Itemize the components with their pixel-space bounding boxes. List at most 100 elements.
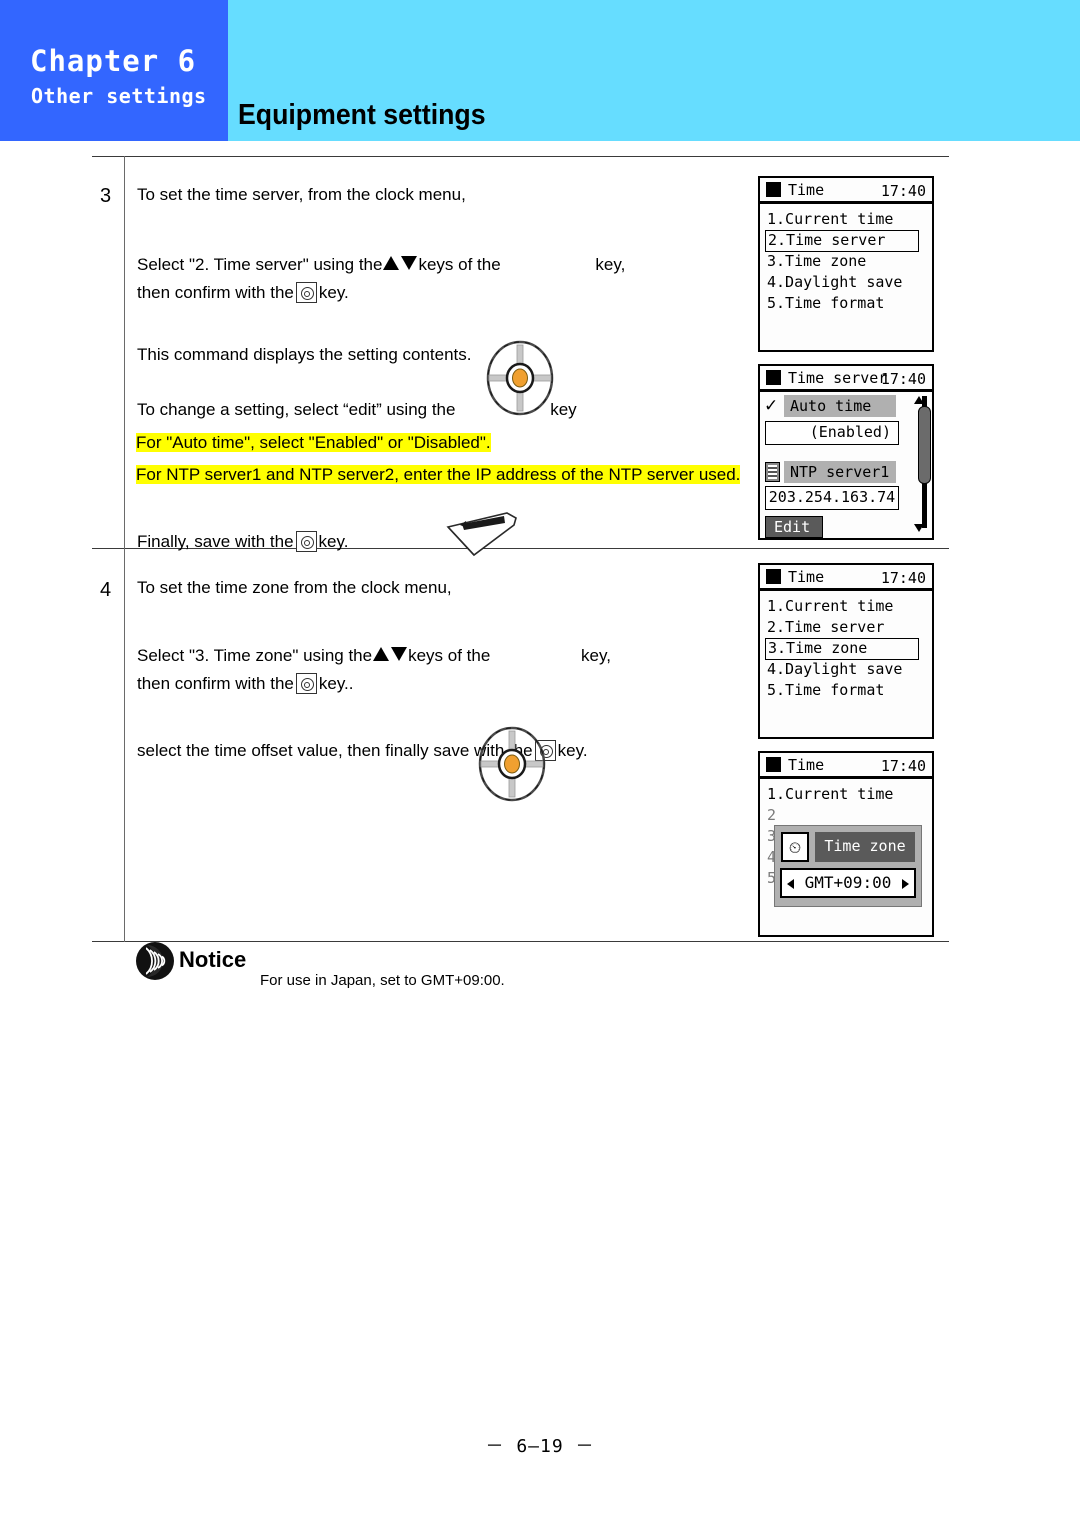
step3-line4: This command displays the setting conten… [137,345,472,364]
step3-line2-b: keys of the [418,255,501,274]
document-icon [765,462,780,482]
clock-icon: ⏲ [781,832,809,862]
lcd-title: Time server [788,368,888,387]
procedure-table: 3 To set the time server, from the clock… [0,141,1080,1527]
lcd-menu-item-selected[interactable]: 2.Time server [765,230,919,252]
lcd-screen-time-menu-zone: Time 17:40 1.Current time 2.Time server … [758,563,934,739]
lcd-menu-item[interactable]: 5.Time format [765,293,886,314]
time-zone-stepper[interactable]: GMT+09:00 [780,868,916,898]
step3-highlight-1: For "Auto time", select "Enabled" or "Di… [136,432,491,454]
lcd-menu-item-selected[interactable]: 3.Time zone [765,638,919,660]
page-footer: － 6–19 － [485,1436,595,1457]
step3-line3-a: then confirm with the [137,283,294,302]
lcd-menu-item[interactable]: 4.Daylight save [765,659,904,680]
lcd-title-bar: Time server 17:40 [760,366,932,392]
chapter-subtitle: Other settings [31,84,207,108]
notice-speaker-icon [136,942,174,980]
step-number: 4 [100,579,112,601]
setting-value-ntp-server1[interactable]: 203.254.163.74 [765,486,899,510]
lcd-menu-item[interactable]: 2 [765,805,778,826]
enter-key-icon [295,531,317,552]
lcd-menu-list: 1.Current time 2.Time server 3.Time zone… [760,591,932,701]
step3-highlight-2-text: For NTP server1 and NTP server2, enter t… [136,465,741,484]
chapter-label: Chapter 6 [30,44,197,78]
navigation-joystick-icon [486,340,554,416]
step4-line2-c: key, [581,646,611,665]
lcd-menu-item[interactable]: 1.Current time [765,596,895,617]
step4-line2: Select "3. Time zone" using the keys of t… [137,645,611,667]
setting-label-ntp-server1: NTP server1 [784,461,896,483]
lcd-clock: 17:40 [880,757,926,775]
lcd-title: Time [788,180,825,199]
lcd-screen-time-menu: Time 17:40 1.Current time 2.Time server … [758,176,934,352]
setting-value-auto-time[interactable]: (Enabled) [765,421,899,445]
time-zone-value: GMT+09:00 [804,873,892,892]
lcd-menu-item[interactable]: 5.Time format [765,680,886,701]
scroll-up-arrow-icon[interactable] [914,396,924,404]
lcd-title-bar: Time 17:40 [760,565,932,591]
step3-highlight-2: For NTP server1 and NTP server2, enter t… [136,464,741,486]
step3-line2: Select "2. Time server" using the keys of… [137,254,625,276]
lcd-menu-list: 1.Current time 2 3 4 5.Time format ⏲ Tim… [760,779,932,907]
lcd-title: Time [788,755,825,774]
step3-line2-a: Select "2. Time server" using the [137,255,383,274]
lcd-status-square-icon [766,182,781,197]
step4-line2-b: keys of the [408,646,491,665]
step3-line2-c: key, [595,255,626,274]
step3-highlight-1-text: For "Auto time", select "Enabled" or "Di… [136,433,491,452]
step3-line8-a: Finally, save with the [137,532,294,551]
notice-text: For use in Japan, set to GMT+09:00. [260,972,505,989]
edit-button[interactable]: Edit [765,516,824,538]
step3-line8: Finally, save with the key. [137,531,348,553]
step4-line3-a: then confirm with the [137,674,294,693]
enter-key-icon [295,282,317,303]
lcd-clock: 17:40 [880,370,926,388]
lcd-title-bar: Time 17:40 [760,753,932,779]
check-icon: ✓ [764,396,779,416]
arrow-up-icon [383,256,400,270]
arrow-up-icon [373,647,390,661]
lcd-menu-list: 1.Current time 2.Time server 3.Time zone… [760,204,932,314]
step4-line2-a: Select "3. Time zone" using the [137,646,373,665]
table-bottom-border [92,941,949,942]
enter-key-icon [295,673,317,694]
setting-label-auto-time: Auto time [784,395,896,417]
arrow-down-icon [391,647,408,661]
step4-line4-b: key. [557,741,588,760]
lcd-menu-item[interactable]: 3.Time zone [765,251,868,272]
popup-title: Time zone [815,832,915,862]
softkey-edit-icon [446,512,517,557]
lcd-title: Time [788,567,825,586]
lcd-menu-item[interactable]: 1.Current time [765,209,895,230]
lcd-clock: 17:40 [880,182,926,200]
step-number: 3 [100,185,112,207]
lcd-menu-item[interactable]: 4.Daylight save [765,272,904,293]
step3-line3-b: key. [318,283,349,302]
scroll-down-arrow-icon[interactable] [914,524,924,532]
table-column-divider [124,156,125,942]
lcd-status-square-icon [766,569,781,584]
stepper-right-arrow-icon[interactable] [902,879,909,889]
step4-line3: then confirm with the key.. [137,673,354,695]
arrow-down-icon [401,256,418,270]
lcd-screen-time-zone-popup: Time 17:40 1.Current time 2 3 4 5.Time f… [758,751,934,937]
lcd-status-square-icon [766,370,781,385]
lcd-menu-item[interactable]: 2.Time server [765,617,886,638]
step4-line4-a: select the time offset value, then final… [137,741,533,760]
notice-label: Notice [179,947,247,972]
step3-line1: To set the time server, from the clock m… [137,185,466,204]
navigation-joystick-icon [478,726,546,802]
step4-line3-b: key.. [318,674,354,693]
lcd-status-square-icon [766,757,781,772]
lcd-menu-item[interactable]: 1.Current time [765,784,895,805]
lcd-settings-body: ✓ Auto time (Enabled) NTP server1 203.25… [760,392,932,538]
table-top-border [92,156,949,157]
page-header: Chapter 6 Other settings Equipment setti… [0,0,1080,141]
time-zone-popup: ⏲ Time zone GMT+09:00 [774,825,922,907]
step3-line8-b: key. [318,532,349,551]
lcd-clock: 17:40 [880,569,926,587]
scrollbar-thumb[interactable] [918,406,931,484]
step3-line5-a: To change a setting, select “edit” using… [137,400,456,419]
lcd-screen-time-server: Time server 17:40 ✓ Auto time (Enabled) … [758,364,934,540]
page-title: Equipment settings [238,99,486,131]
